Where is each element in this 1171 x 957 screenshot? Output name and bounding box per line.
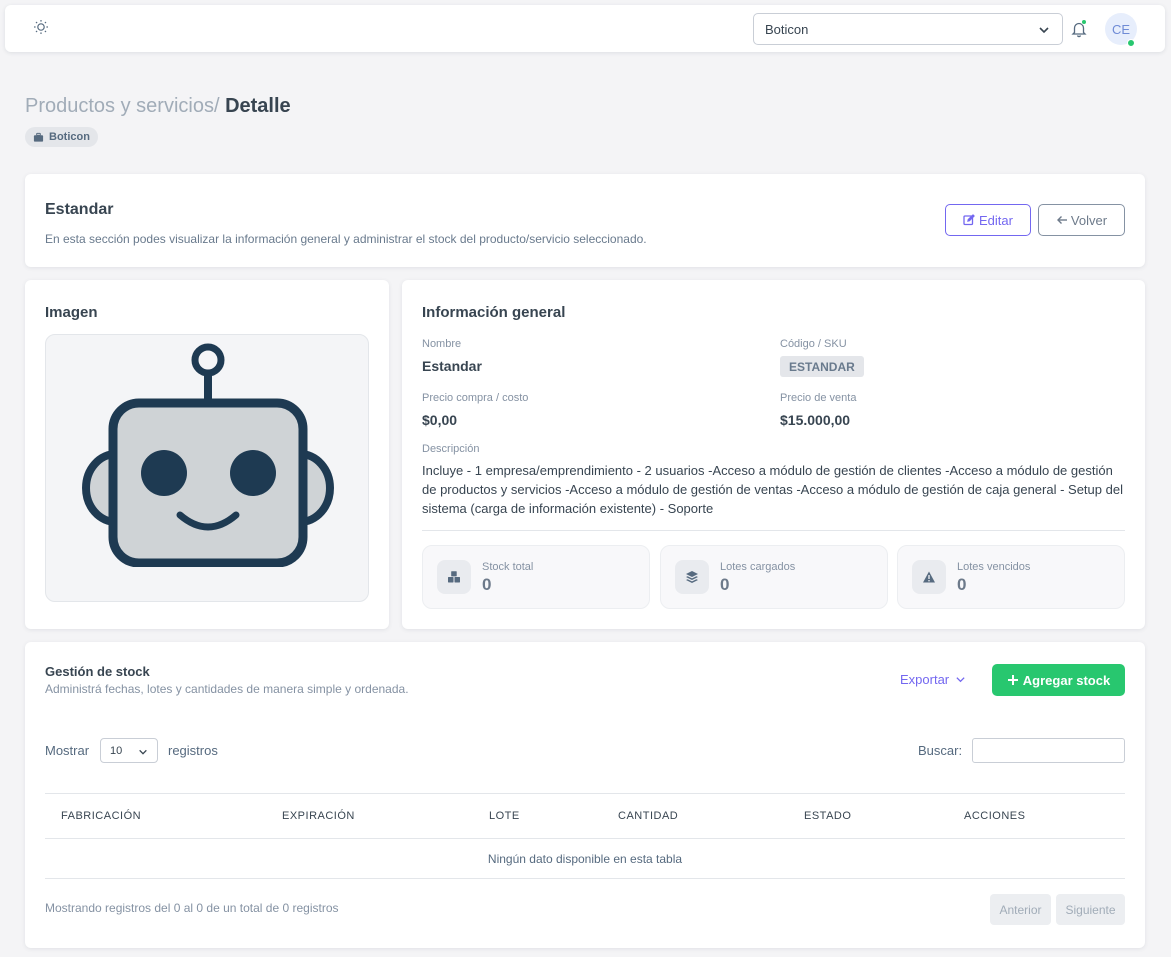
- briefcase-icon: [33, 132, 44, 142]
- column-header[interactable]: ESTADO: [804, 810, 851, 822]
- image-card-title: Imagen: [45, 304, 98, 321]
- company-select[interactable]: Boticon: [753, 13, 1063, 45]
- online-status-dot: [1127, 39, 1135, 47]
- add-stock-label: Agregar stock: [1022, 672, 1111, 688]
- stat-stock-total: Stock total 0: [422, 545, 650, 609]
- stat-loaded-lots: Lotes cargados 0: [660, 545, 888, 609]
- avatar-initials: CE: [1111, 21, 1131, 37]
- stat-value: 0: [482, 575, 492, 594]
- column-header: ACCIONES: [964, 810, 1026, 822]
- sun-icon[interactable]: [31, 17, 51, 37]
- product-image: [45, 334, 369, 602]
- stat-label: Lotes cargados: [720, 561, 796, 573]
- back-button-label: Volver: [1070, 212, 1108, 228]
- plus-icon: [1007, 675, 1018, 685]
- company-badge: Boticon: [25, 127, 98, 147]
- page-length-select[interactable]: 10: [100, 738, 158, 763]
- column-header[interactable]: LOTE: [489, 810, 520, 822]
- description-value: Incluye - 1 empresa/emprendimiento - 2 u…: [422, 463, 1123, 516]
- sku-label: Código / SKU: [780, 338, 847, 350]
- layers-icon: [675, 560, 709, 594]
- add-stock-button[interactable]: Agregar stock: [992, 664, 1125, 696]
- boxes-icon: [437, 560, 471, 594]
- notification-dot: [1081, 19, 1087, 25]
- chevron-down-icon: [1038, 24, 1050, 36]
- top-navbar: Boticon CE: [5, 5, 1165, 52]
- name-label: Nombre: [422, 338, 462, 350]
- back-button[interactable]: Volver: [1038, 204, 1125, 236]
- column-header[interactable]: FABRICACIÓN: [61, 810, 141, 822]
- robot-placeholder-icon: [82, 343, 334, 567]
- chevron-down-icon: [956, 677, 965, 683]
- divider: [422, 530, 1125, 531]
- company-badge-label: Boticon: [49, 131, 90, 143]
- edit-button[interactable]: Editar: [945, 204, 1031, 236]
- company-select-value: Boticon: [765, 21, 809, 37]
- export-label: Exportar: [900, 672, 950, 687]
- cost-label: Precio compra / costo: [422, 392, 529, 404]
- search-input[interactable]: [972, 738, 1125, 763]
- description-label: Descripción: [422, 443, 480, 455]
- warning-icon: [912, 560, 946, 594]
- show-label: Mostrar: [45, 743, 90, 758]
- previous-page-button[interactable]: Anterior: [990, 894, 1051, 925]
- breadcrumb-current: Detalle: [225, 95, 291, 117]
- stat-value: 0: [957, 575, 967, 594]
- column-header[interactable]: EXPIRACIÓN: [282, 810, 355, 822]
- chevron-down-icon: [139, 749, 147, 755]
- edit-icon: [963, 214, 975, 226]
- edit-button-label: Editar: [979, 212, 1013, 228]
- general-info-card: Información general Nombre Estandar Códi…: [402, 280, 1145, 629]
- table-header: FABRICACIÓN EXPIRACIÓN LOTE CANTIDAD EST…: [45, 793, 1125, 839]
- stock-subtitle: Administrá fechas, lotes y cantidades de…: [45, 682, 409, 696]
- stat-label: Stock total: [482, 561, 534, 573]
- breadcrumb-parent: Productos y servicios/: [25, 95, 220, 117]
- table-empty-row: Ningún dato disponible en esta tabla: [45, 839, 1125, 879]
- sku-badge: ESTANDAR: [780, 356, 864, 377]
- column-header[interactable]: CANTIDAD: [618, 810, 678, 822]
- stock-management-card: Gestión de stock Administrá fechas, lote…: [25, 642, 1145, 948]
- search-label: Buscar:: [918, 743, 963, 758]
- product-intro-card: Estandar En esta sección podes visualiza…: [25, 174, 1145, 267]
- price-value: $15.000,00: [780, 412, 851, 428]
- table-info: Mostrando registros del 0 al 0 de un tot…: [45, 901, 339, 915]
- records-label: registros: [168, 743, 218, 758]
- product-image-card: Imagen: [25, 280, 389, 629]
- page-length-value: 10: [110, 744, 123, 757]
- export-dropdown[interactable]: Exportar: [900, 672, 966, 687]
- next-page-button[interactable]: Siguiente: [1056, 894, 1125, 925]
- name-value: Estandar: [422, 358, 482, 374]
- stat-expired-lots: Lotes vencidos 0: [897, 545, 1125, 609]
- arrow-left-icon: [1056, 216, 1067, 224]
- empty-message: Ningún dato disponible en esta tabla: [487, 851, 683, 866]
- stat-value: 0: [720, 575, 730, 594]
- page-title: Productos y servicios/ Detalle: [25, 95, 291, 118]
- cost-value: $0,00: [422, 412, 458, 428]
- general-info-title: Información general: [422, 304, 566, 321]
- product-intro-description: En esta sección podes visualizar la info…: [45, 232, 647, 246]
- stat-label: Lotes vencidos: [957, 561, 1031, 573]
- product-title: Estandar: [45, 201, 114, 218]
- price-label: Precio de venta: [780, 392, 857, 404]
- stock-title: Gestión de stock: [45, 664, 150, 679]
